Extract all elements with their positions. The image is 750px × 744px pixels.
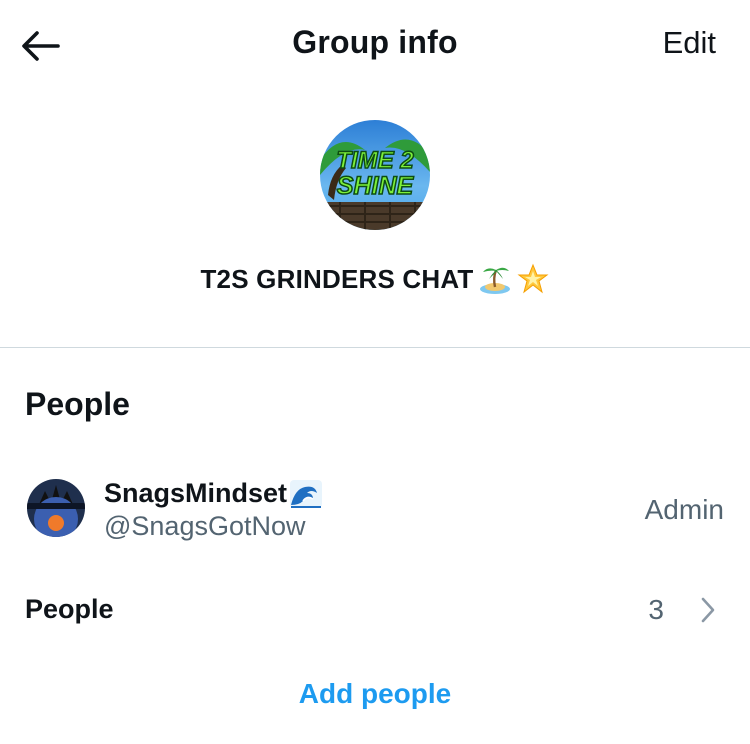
avatar[interactable] xyxy=(27,479,85,537)
divider xyxy=(0,347,750,348)
people-count: 3 xyxy=(648,594,664,625)
member-row[interactable]: SnagsMindset @SnagsGotNow Admin xyxy=(0,470,750,550)
people-row-label: People xyxy=(25,594,114,624)
island-icon xyxy=(479,267,510,294)
member-handle: @SnagsGotNow xyxy=(104,511,306,541)
group-avatar-line1: TIME 2 xyxy=(336,147,414,174)
header: Group info Edit xyxy=(0,0,750,92)
group-avatar-line2: SHINE xyxy=(337,172,415,200)
group-info-page: Group info Edit TIME 2 SHINE T2S GRINDER… xyxy=(0,0,750,744)
member-name: SnagsMindset xyxy=(104,478,323,509)
star-icon xyxy=(517,263,549,294)
page-title: Group info xyxy=(292,24,458,60)
member-role-badge: Admin xyxy=(644,494,724,525)
people-count-row[interactable]: People 3 xyxy=(0,580,750,640)
add-people-button[interactable]: Add people xyxy=(0,678,750,710)
edit-button[interactable]: Edit xyxy=(663,25,716,61)
group-name-text: T2S GRINDERS CHAT xyxy=(200,263,474,294)
group-avatar[interactable]: TIME 2 SHINE xyxy=(320,120,430,230)
chevron-right-icon xyxy=(701,597,715,623)
member-display-name: SnagsMindset xyxy=(104,478,288,508)
group-name: T2S GRINDERS CHAT xyxy=(0,262,750,296)
people-section-title: People xyxy=(25,386,130,422)
wave-icon xyxy=(290,479,323,508)
